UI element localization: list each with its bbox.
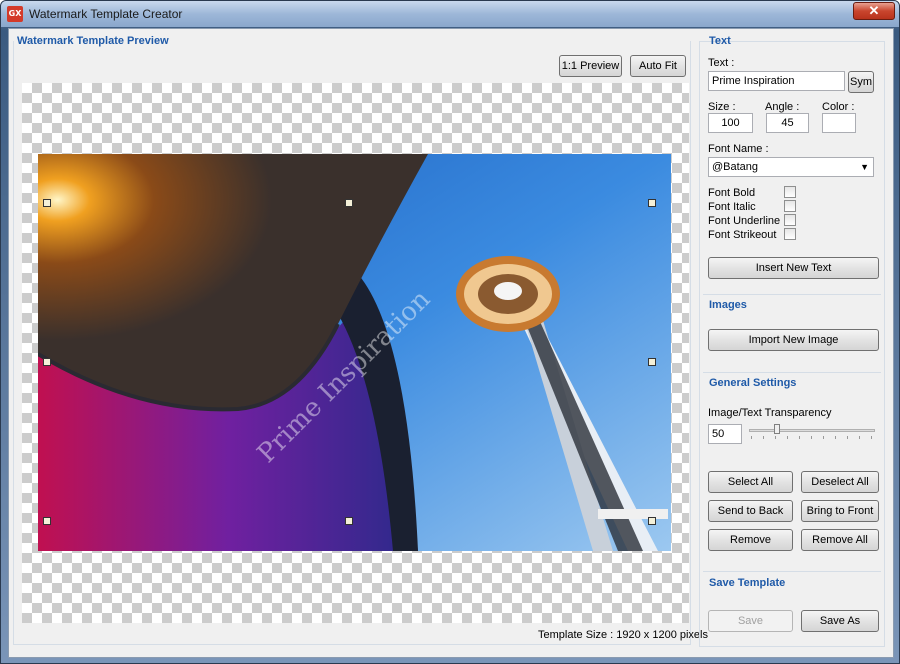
template-size-label: Template Size : 1920 x 1200 pixels [538, 629, 708, 641]
resize-handle-top-middle[interactable] [345, 199, 353, 207]
angle-label: Angle : [765, 101, 800, 113]
close-button[interactable]: ✕ [853, 2, 895, 20]
slider-tick [835, 436, 836, 439]
deselect-all-button[interactable]: Deselect All [801, 471, 879, 493]
resize-handle-bottom-middle[interactable] [345, 517, 353, 525]
remove-all-button[interactable]: Remove All [801, 529, 879, 551]
client-area: Watermark Template Preview 1:1 Preview A… [8, 28, 894, 658]
font-underline-checkbox[interactable] [784, 214, 796, 226]
bring-to-front-button[interactable]: Bring to Front [801, 500, 879, 522]
resize-handle-bottom-left[interactable] [43, 517, 51, 525]
general-settings-group-title: General Settings [709, 377, 797, 389]
text-label: Text : [708, 57, 735, 69]
preview-canvas[interactable]: Prime Inspiration [22, 83, 689, 623]
divider [703, 571, 881, 572]
resize-handle-middle-right[interactable] [648, 358, 656, 366]
save-template-group-title: Save Template [709, 577, 786, 589]
text-group-title: Text [709, 35, 731, 47]
font-name-label: Font Name : [708, 143, 769, 155]
divider [703, 294, 881, 295]
chevron-down-icon: ▼ [860, 162, 869, 172]
window-title: Watermark Template Creator [29, 7, 183, 21]
remove-button[interactable]: Remove [708, 529, 793, 551]
slider-tick [871, 436, 872, 439]
angle-input[interactable]: 45 [766, 113, 809, 133]
slider-tick [775, 436, 776, 439]
insert-new-text-button[interactable]: Insert New Text [708, 257, 879, 279]
app-window: GX Watermark Template Creator ✕ Watermar… [0, 0, 900, 664]
send-to-back-button[interactable]: Send to Back [708, 500, 793, 522]
slider-tick [799, 436, 800, 439]
font-strikeout-label: Font Strikeout [708, 229, 777, 241]
slider-tick [811, 436, 812, 439]
slider-tick [787, 436, 788, 439]
transparency-input[interactable]: 50 [708, 424, 742, 444]
slider-tick [847, 436, 848, 439]
save-as-button[interactable]: Save As [801, 610, 879, 632]
font-bold-label: Font Bold [708, 187, 756, 199]
images-group-title: Images [709, 299, 747, 311]
one-to-one-preview-button[interactable]: 1:1 Preview [559, 55, 622, 77]
font-underline-label: Font Underline [708, 215, 781, 227]
transparency-label: Image/Text Transparency [708, 407, 832, 419]
color-picker[interactable] [822, 113, 856, 133]
color-label: Color : [822, 101, 855, 113]
select-all-button[interactable]: Select All [708, 471, 793, 493]
slider-tick [763, 436, 764, 439]
text-input[interactable]: Prime Inspiration [708, 71, 845, 91]
slider-tick [823, 436, 824, 439]
font-name-select[interactable]: @Batang ▼ [708, 157, 874, 177]
font-bold-checkbox[interactable] [784, 186, 796, 198]
auto-fit-button[interactable]: Auto Fit [630, 55, 686, 77]
size-input[interactable]: 100 [708, 113, 753, 133]
resize-handle-bottom-right[interactable] [648, 517, 656, 525]
divider [703, 372, 881, 373]
font-italic-checkbox[interactable] [784, 200, 796, 212]
preview-photo[interactable]: Prime Inspiration [38, 154, 671, 551]
symbol-button[interactable]: Sym [848, 71, 874, 93]
save-button[interactable]: Save [708, 610, 793, 632]
transparency-slider-track[interactable] [749, 429, 875, 432]
slider-tick [751, 436, 752, 439]
slider-tick [859, 436, 860, 439]
app-icon: GX [7, 6, 23, 22]
title-bar[interactable]: GX Watermark Template Creator ✕ [1, 1, 899, 27]
font-name-value: @Batang [712, 161, 759, 173]
resize-handle-top-right[interactable] [648, 199, 656, 207]
transparency-slider-thumb[interactable] [774, 424, 780, 434]
size-label: Size : [708, 101, 736, 113]
font-strikeout-checkbox[interactable] [784, 228, 796, 240]
import-new-image-button[interactable]: Import New Image [708, 329, 879, 351]
space-needle-photo: Prime Inspiration [38, 154, 671, 551]
resize-handle-middle-left[interactable] [43, 358, 51, 366]
resize-handle-top-left[interactable] [43, 199, 51, 207]
font-italic-label: Font Italic [708, 201, 756, 213]
